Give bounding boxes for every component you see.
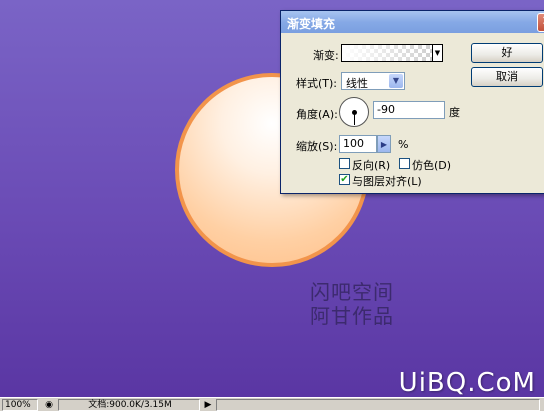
gradient-picker[interactable] [341, 44, 433, 62]
reverse-label: 反向(R) [352, 159, 391, 172]
dialog-titlebar[interactable]: 渐变填充 ✕ [281, 11, 544, 33]
zoom-level[interactable]: 100% [2, 399, 38, 411]
angle-label: 角度(A): [296, 108, 338, 121]
cancel-button[interactable]: 取消 [471, 67, 543, 87]
reverse-checkbox[interactable] [339, 158, 350, 169]
scale-unit: % [398, 138, 409, 151]
canvas-text-line2: 阿甘作品 [310, 304, 394, 328]
gradient-fill-dialog: 渐变填充 ✕ 渐变: ▼ 样式(T): 线性 ▼ 角度(A): -90 度 缩放… [280, 10, 544, 194]
document-status-icon[interactable]: ◉ [42, 399, 56, 411]
style-select[interactable]: 线性 ▼ [341, 72, 405, 90]
dither-checkbox[interactable] [399, 158, 410, 169]
align-checkbox[interactable]: ✔ [339, 174, 350, 185]
gradient-label: 渐变: [313, 49, 339, 62]
angle-unit: 度 [449, 106, 460, 119]
chevron-down-icon: ▼ [389, 74, 403, 88]
document-info: 文档:900.0K/3.15M [58, 399, 200, 411]
watermark: UiBQ.CoM [398, 368, 536, 398]
angle-center [352, 110, 357, 115]
align-label: 与图层对齐(L) [352, 175, 422, 188]
gradient-dropdown-arrow[interactable]: ▼ [433, 44, 443, 62]
style-value: 线性 [346, 77, 368, 90]
dialog-title: 渐变填充 [287, 17, 336, 31]
close-button[interactable]: ✕ [537, 13, 544, 32]
horizontal-scrollbar[interactable] [216, 399, 540, 411]
dither-label: 仿色(D) [412, 159, 452, 172]
scale-label: 缩放(S): [296, 140, 338, 153]
ok-button[interactable]: 好 [471, 43, 543, 63]
angle-input[interactable]: -90 [373, 101, 445, 119]
status-bar: 100% ◉ 文档:900.0K/3.15M ▶ [0, 397, 544, 411]
scale-stepper[interactable]: ▶ [377, 135, 391, 153]
status-menu-arrow-icon[interactable]: ▶ [201, 399, 215, 411]
scale-input[interactable]: 100 [339, 135, 377, 153]
style-label: 样式(T): [296, 77, 338, 90]
angle-dial[interactable] [339, 97, 369, 127]
